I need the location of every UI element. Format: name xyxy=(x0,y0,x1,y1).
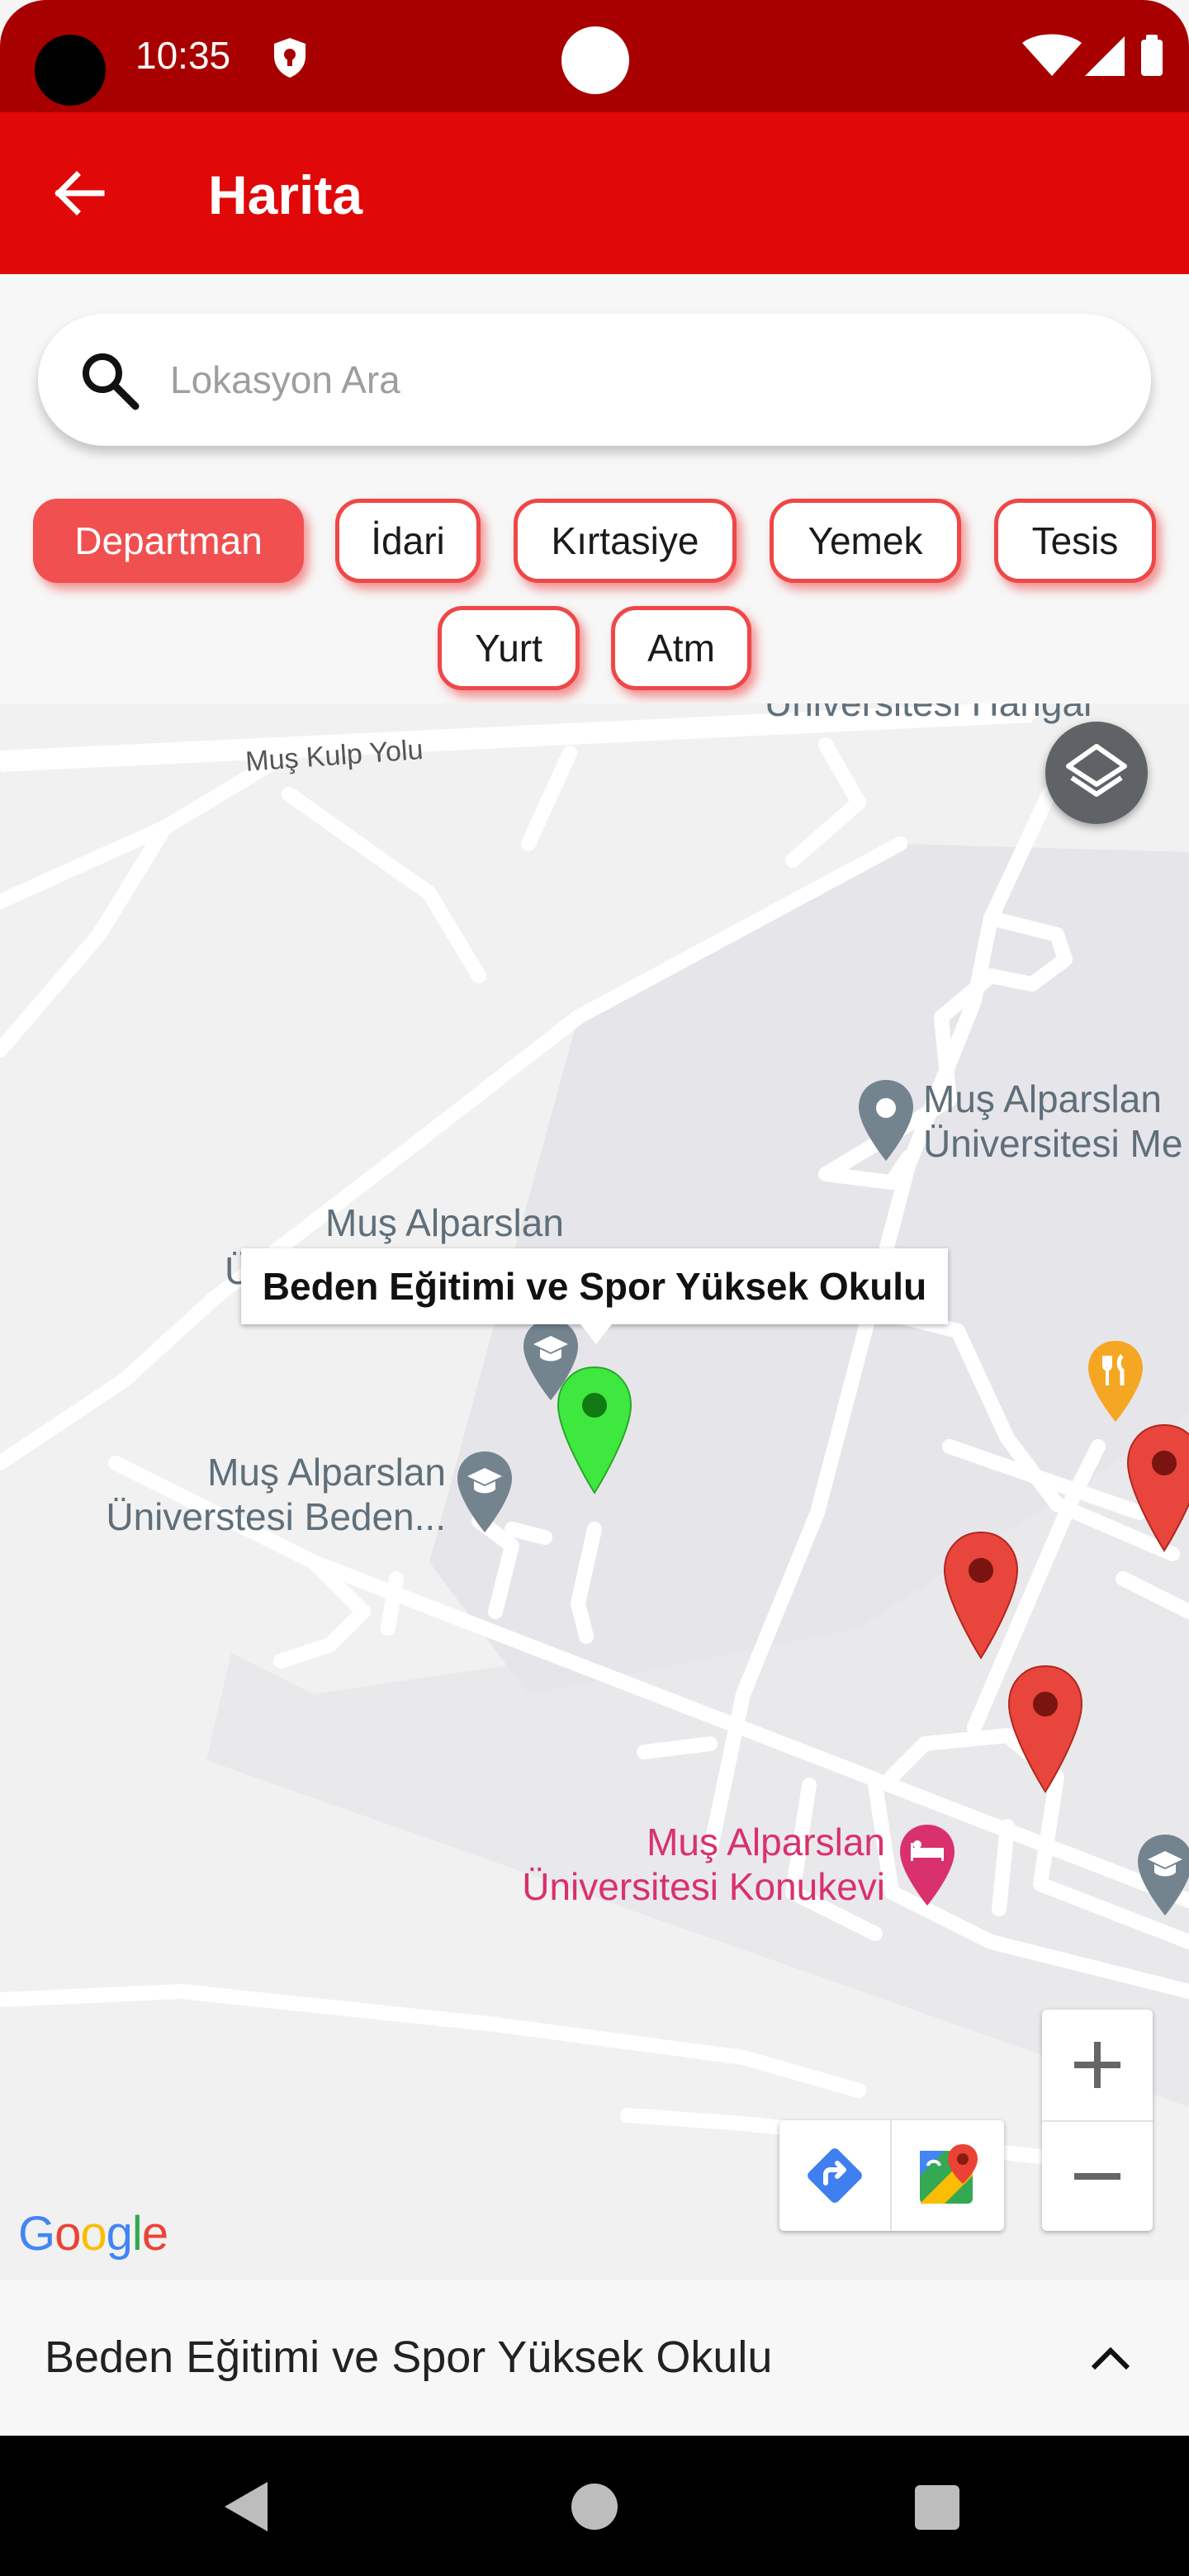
school-poi-icon[interactable] xyxy=(454,1450,515,1536)
location-marker[interactable] xyxy=(940,1529,1022,1661)
shield-icon xyxy=(274,38,306,78)
minus-icon xyxy=(1074,2173,1120,2180)
poi-label-konukevi-line2: Üniversitesi Konukevi xyxy=(522,1865,885,1908)
status-bar: 10:35 xyxy=(0,0,1189,112)
search-bar[interactable] xyxy=(38,314,1151,446)
zoom-out-button[interactable] xyxy=(1042,2120,1153,2231)
filter-chip-yemek[interactable]: Yemek xyxy=(770,499,961,583)
marker-info-window[interactable]: Beden Eğitimi ve Spor Yüksek Okulu xyxy=(241,1248,948,1324)
battery-icon xyxy=(1141,35,1163,76)
restaurant-poi-icon[interactable] xyxy=(1085,1339,1146,1425)
filter-chip-departman[interactable]: Departman xyxy=(33,499,304,583)
poi-label-beden: Muş Alparslan Üniverstesi Beden... xyxy=(92,1450,446,1539)
status-icons xyxy=(1022,34,1163,76)
arrow-back-icon xyxy=(54,171,105,215)
directions-button[interactable] xyxy=(779,2120,892,2231)
map-view[interactable]: Muş Kulp Yolu Üniversitesi Hangar Muş Al… xyxy=(0,703,1189,2280)
expand-sheet-button[interactable] xyxy=(1073,2322,1148,2396)
lodging-poi-icon[interactable] xyxy=(897,1823,958,1909)
filter-chip-yurt[interactable]: Yurt xyxy=(438,606,580,690)
poi-pin-icon[interactable] xyxy=(855,1078,917,1164)
filter-panel: Departman İdari Kırtasiye Yemek Tesis Yu… xyxy=(0,274,1189,703)
google-maps-icon xyxy=(920,2144,978,2204)
filter-chip-idari[interactable]: İdari xyxy=(335,499,481,583)
chevron-up-icon xyxy=(1091,2346,1130,2370)
open-in-maps-button[interactable] xyxy=(892,2120,1004,2231)
poi-label-med-line2: Üniversitesi Me xyxy=(923,1122,1183,1165)
poi-label-konukevi: Muş Alparslan Üniversitesi Konukevi xyxy=(462,1820,885,1909)
poi-label-alparslan-top: Muş Alparslan xyxy=(325,1201,564,1244)
poi-label-konukevi-line1: Muş Alparslan xyxy=(647,1821,885,1863)
nav-back-icon[interactable] xyxy=(216,2475,279,2538)
search-input[interactable] xyxy=(170,339,1120,421)
zoom-controls xyxy=(1042,2010,1153,2231)
layers-button[interactable] xyxy=(1045,722,1148,824)
bottom-sheet[interactable]: Beden Eğitimi ve Spor Yüksek Okulu xyxy=(0,2280,1189,2436)
location-marker[interactable] xyxy=(1004,1663,1087,1795)
status-time: 10:35 xyxy=(135,34,231,77)
layers-icon xyxy=(1066,744,1127,797)
filter-chip-kirtasiye[interactable]: Kırtasiye xyxy=(514,499,737,583)
selected-location-title: Beden Eğitimi ve Spor Yüksek Okulu xyxy=(45,2332,773,2382)
search-icon xyxy=(83,353,140,410)
poi-label-beden-line1: Muş Alparslan xyxy=(207,1451,446,1494)
selected-location-marker[interactable] xyxy=(553,1364,636,1496)
poi-label-hangar: Üniversitesi Hangar xyxy=(765,703,1096,725)
google-logo: Google xyxy=(18,2207,168,2261)
back-button[interactable] xyxy=(43,160,117,226)
wifi-icon xyxy=(1022,34,1082,76)
school-poi-icon[interactable] xyxy=(1135,1833,1189,1919)
location-marker[interactable] xyxy=(1123,1422,1189,1554)
poi-label-beden-line2: Üniverstesi Beden... xyxy=(106,1495,446,1538)
system-nav-bar xyxy=(0,2436,1189,2576)
nav-recents-icon[interactable] xyxy=(915,2485,959,2530)
plus-icon xyxy=(1074,2042,1120,2088)
app-bar: Harita xyxy=(0,112,1189,274)
directions-icon xyxy=(808,2148,862,2203)
zoom-in-button[interactable] xyxy=(1042,2010,1153,2120)
info-window-tail xyxy=(578,1321,614,1344)
map-toolbar xyxy=(779,2120,1004,2231)
page-title: Harita xyxy=(208,164,363,225)
front-camera xyxy=(561,26,629,94)
signal-icon xyxy=(1085,36,1125,76)
filter-chip-atm[interactable]: Atm xyxy=(611,606,751,690)
filter-chip-tesis[interactable]: Tesis xyxy=(994,499,1156,583)
camera-cutout xyxy=(35,35,106,106)
screen: 10:35 Harita Lokasyon Ara Departman İdar… xyxy=(0,0,1189,2576)
poi-label-med: Muş Alparslan Üniversitesi Me xyxy=(923,1077,1182,1166)
poi-label-med-line1: Muş Alparslan xyxy=(923,1077,1162,1120)
nav-home-icon[interactable] xyxy=(571,2484,618,2530)
